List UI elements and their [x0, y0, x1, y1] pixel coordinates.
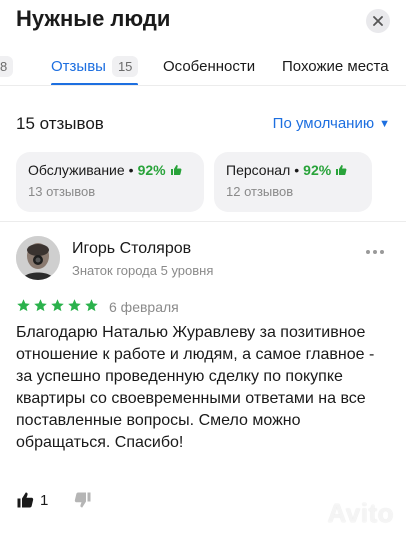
star-icon [85, 299, 98, 312]
like-count: 1 [40, 491, 49, 509]
review-reactions: 1 [16, 488, 92, 512]
author-name[interactable]: Игорь Столяров [72, 240, 191, 258]
page-title: Нужные люди [16, 6, 171, 31]
like-button[interactable] [16, 491, 34, 509]
dot-icon [373, 250, 377, 254]
star-icon [34, 299, 47, 312]
header: Нужные люди [0, 0, 406, 42]
watermark: Avito [327, 498, 394, 528]
tab-previous[interactable]: 8 [0, 46, 14, 85]
review-text: Благодарю Наталью Журавлеву за позитивно… [16, 324, 375, 451]
tab-count: 15 [111, 55, 139, 77]
star-icon [68, 299, 81, 312]
tab-label: Похожие места [282, 57, 389, 75]
reviews-summary: 15 отзывов По умолчанию ▼ [16, 114, 390, 138]
tab-reviews[interactable]: Отзывы 15 [51, 46, 139, 85]
dislike-button[interactable] [74, 491, 92, 509]
tab-bar: 8 Отзывы 15 Особенности Похожие места [0, 46, 406, 86]
aspect-name: Обслуживание [28, 162, 125, 178]
dot-icon [366, 250, 370, 254]
close-icon [373, 16, 383, 26]
rating-stars [16, 298, 99, 313]
dot-icon [380, 250, 384, 254]
author-level: Знаток города 5 уровня [72, 263, 214, 278]
aspect-review-count: 13 отзывов [28, 184, 96, 199]
divider [0, 221, 406, 222]
tab-similar-places[interactable]: Похожие места [282, 46, 389, 85]
avatar[interactable] [16, 236, 60, 280]
thumbs-up-icon [335, 164, 347, 176]
star-icon [51, 299, 64, 312]
review-date: 6 февраля [109, 299, 179, 315]
thumbs-up-icon [170, 164, 182, 176]
aspect-percent: 92% [137, 162, 166, 178]
thumbs-down-icon [75, 492, 91, 508]
tab-label: Отзывы [51, 57, 106, 75]
sort-label: По умолчанию [272, 115, 375, 132]
star-icon [17, 299, 30, 312]
review-count: 15 отзывов [16, 114, 104, 133]
more-options-button[interactable] [366, 250, 384, 254]
aspect-review-count: 12 отзывов [226, 184, 294, 199]
close-button[interactable] [366, 9, 390, 33]
aspect-card-service[interactable]: Обслуживание • 92% 13 отзывов [16, 152, 204, 212]
sort-dropdown[interactable]: По умолчанию ▼ [273, 115, 390, 132]
thumbs-up-icon [17, 492, 34, 508]
aspect-percent: 92% [303, 162, 332, 178]
tab-count: 8 [0, 55, 14, 77]
chevron-down-icon: ▼ [379, 117, 390, 130]
aspect-card-staff[interactable]: Персонал • 92% 12 отзывов [214, 152, 372, 212]
aspect-name: Персонал [226, 162, 291, 178]
tab-features[interactable]: Особенности [163, 46, 256, 85]
tab-label: Особенности [163, 57, 256, 75]
